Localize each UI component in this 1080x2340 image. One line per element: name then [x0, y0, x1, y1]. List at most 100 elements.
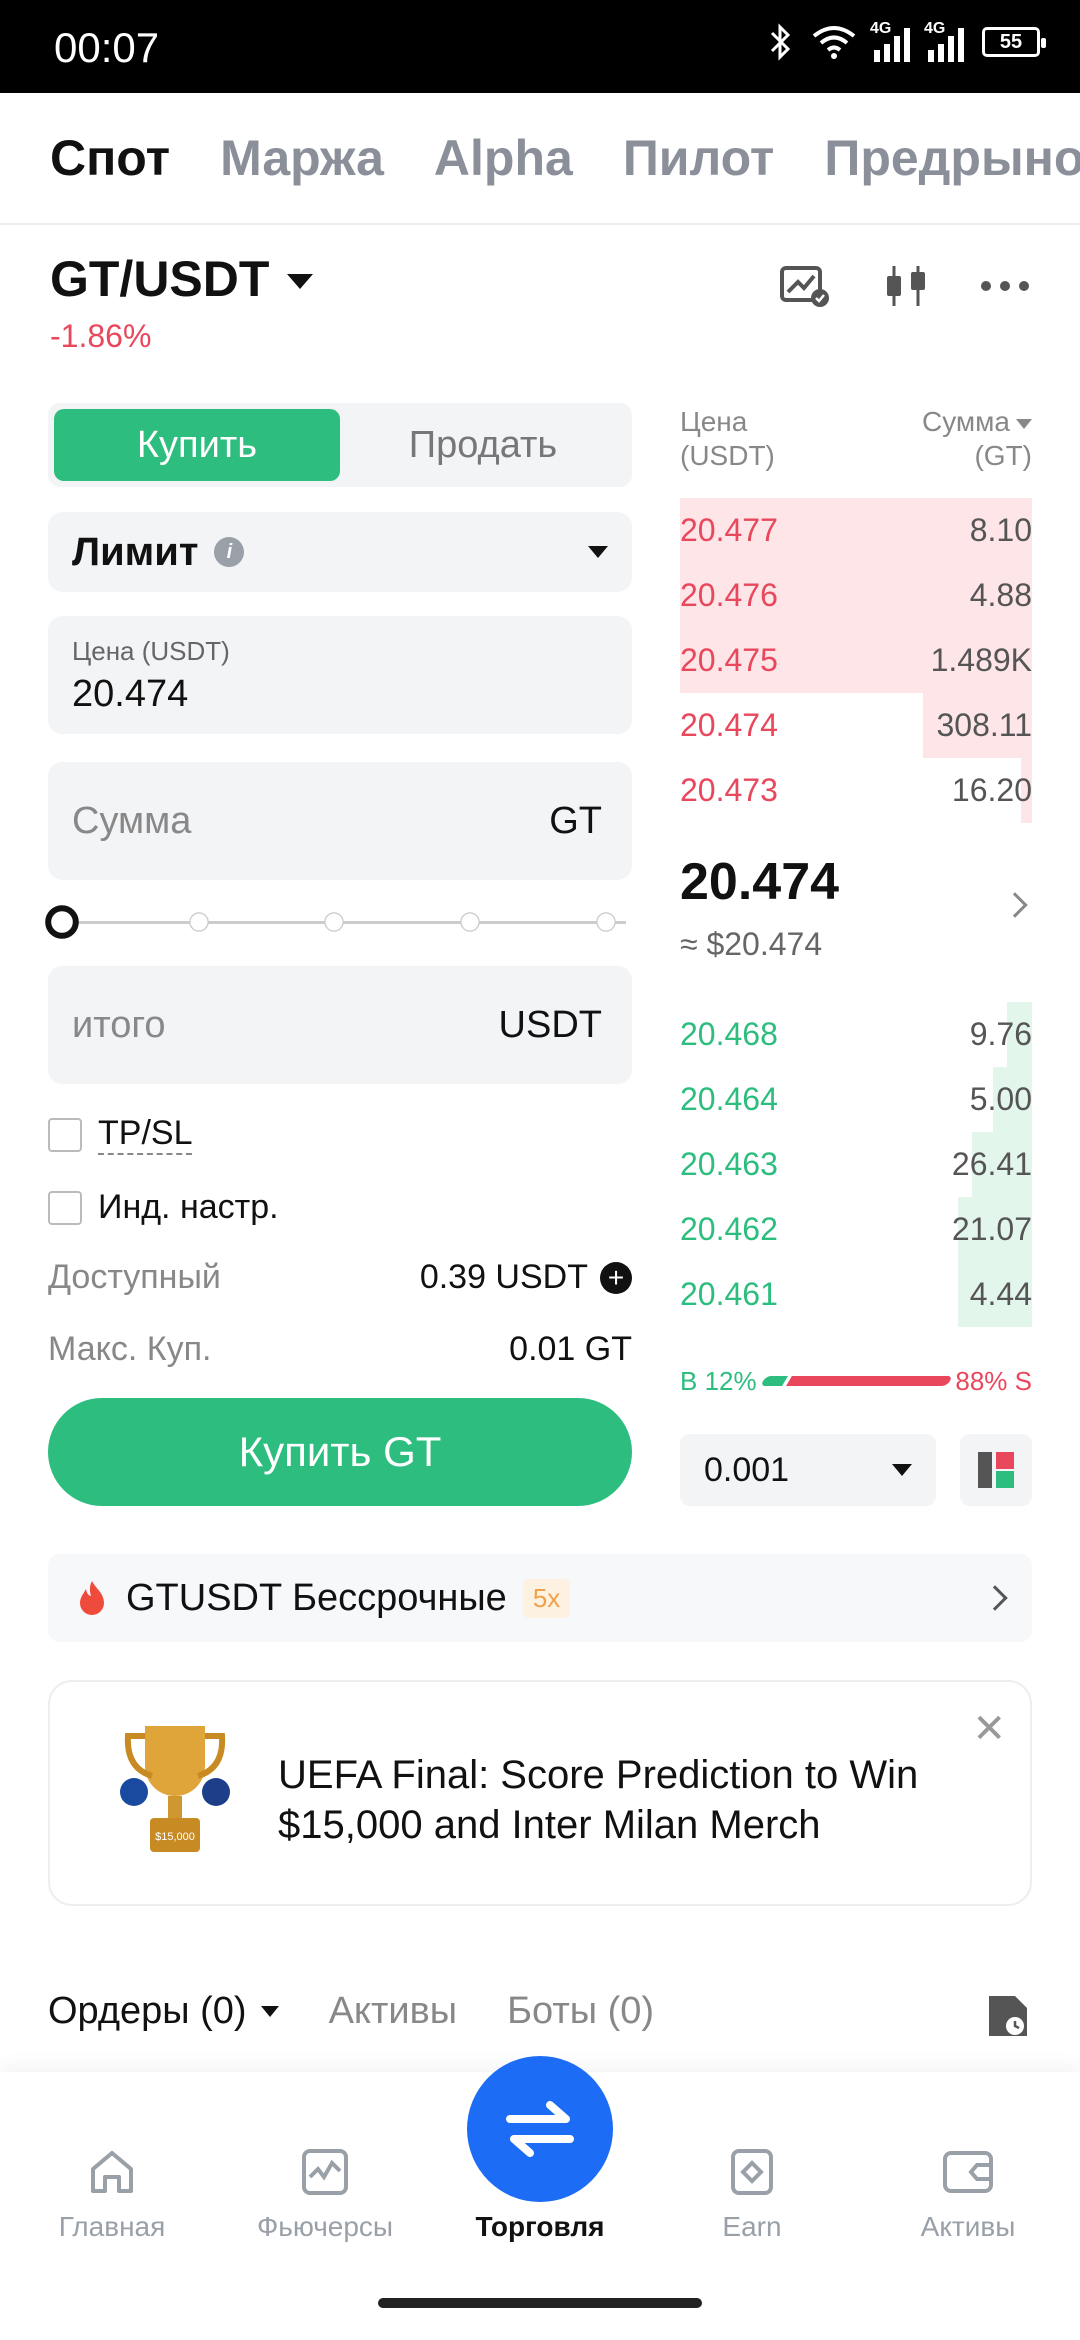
ask-row[interactable]: 20.476 4.88 [680, 563, 1032, 628]
order-type-select[interactable]: Лимит i [48, 512, 632, 592]
tpsl-checkbox[interactable]: TP/SL [48, 1114, 193, 1155]
more-icon[interactable] [980, 280, 1030, 292]
nav-futures[interactable]: Фьючерсы [225, 2147, 425, 2243]
order-history-icon[interactable] [985, 1992, 1031, 2040]
ask-price: 20.475 [680, 642, 778, 678]
available-balance: Доступный 0.39 USDT + [48, 1258, 632, 1297]
earn-icon [731, 2149, 773, 2195]
pair-name: GT/USDT [50, 251, 270, 307]
trophy-icon: $15,000 [120, 1726, 230, 1852]
available-label: Доступный [48, 1258, 221, 1296]
tab-alpha[interactable]: Alpha [434, 129, 573, 187]
status-bar: 00:07 4G 4G 55 [0, 0, 1080, 93]
max-value: 0.01 GT [509, 1330, 632, 1368]
nav-assets[interactable]: Активы [868, 2147, 1068, 2243]
bid-row[interactable]: 20.461 4.44 [680, 1262, 1032, 1327]
bluetooth-icon [770, 23, 791, 61]
info-icon[interactable]: i [214, 537, 245, 567]
tab-bots[interactable]: Боты (0) [507, 1990, 654, 2033]
dropdown-arrow-icon [892, 1464, 912, 1476]
trade-button[interactable] [467, 2056, 613, 2202]
order-type-value: Лимит [72, 529, 199, 574]
ask-amount: 16.20 [951, 772, 1032, 808]
add-funds-icon[interactable]: + [600, 1261, 632, 1294]
buy-tab[interactable]: Купить [54, 409, 340, 481]
ask-price: 20.474 [680, 707, 778, 743]
bid-row[interactable]: 20.462 21.07 [680, 1197, 1032, 1262]
promo-text: UEFA Final: Score Prediction to Win $15,… [278, 1750, 918, 1850]
bid-row[interactable]: 20.464 5.00 [680, 1067, 1032, 1132]
total-input[interactable]: итого USDT [48, 966, 632, 1084]
last-price[interactable]: 20.474 [680, 852, 839, 912]
slider-stop-100[interactable] [596, 912, 616, 932]
ask-row[interactable]: 20.474 308.11 [680, 693, 1032, 758]
promo-banner[interactable]: $15,000 UEFA Final: Score Prediction to … [48, 1680, 1032, 1906]
total-placeholder: итого [72, 1003, 166, 1046]
ask-amount: 8.10 [969, 512, 1032, 548]
amount-slider[interactable] [45, 904, 632, 940]
signal-icon-1: 4G [870, 20, 910, 62]
bid-row[interactable]: 20.463 26.41 [680, 1132, 1032, 1197]
last-price-usd: ≈ $20.474 [680, 926, 823, 962]
home-icon [91, 2151, 133, 2193]
tab-assets[interactable]: Активы [329, 1990, 458, 2033]
buy-button[interactable]: Купить GT [48, 1398, 632, 1506]
nav-home[interactable]: Главная [12, 2147, 212, 2243]
ratio-bar [759, 1376, 953, 1386]
ask-row[interactable]: 20.473 16.20 [680, 758, 1032, 823]
checkbox-icon[interactable] [48, 1190, 82, 1225]
status-time: 00:07 [54, 24, 160, 71]
chevron-down-icon [287, 273, 314, 289]
close-icon[interactable]: ✕ [972, 1706, 1006, 1752]
bid-amount: 9.76 [969, 1016, 1032, 1052]
nav-earn[interactable]: Earn [652, 2147, 852, 2243]
slider-track [68, 921, 626, 924]
tab-spot[interactable]: Спот [50, 129, 170, 187]
price-value[interactable]: 20.474 [72, 673, 608, 716]
sell-tab[interactable]: Продать [340, 409, 626, 481]
ratio-bar-sell [785, 1376, 953, 1386]
tab-margin[interactable]: Маржа [220, 129, 384, 187]
custom-settings-checkbox[interactable]: Инд. настр. [48, 1188, 279, 1227]
slider-handle[interactable] [45, 905, 79, 939]
bid-amount: 21.07 [951, 1211, 1032, 1247]
nav-trade-label: Торговля [475, 2211, 605, 2242]
checkbox-icon[interactable] [48, 1117, 82, 1152]
slider-stop-50[interactable] [324, 912, 344, 932]
tab-orders[interactable]: Ордеры (0) [48, 1990, 279, 2033]
slider-stop-75[interactable] [460, 912, 480, 932]
price-label: Цена (USDT) [72, 636, 230, 666]
market-type-tabs: Спот Маржа Alpha Пилот Предрынок [0, 93, 1080, 225]
tab-premarket[interactable]: Предрынок [824, 129, 1080, 187]
wallet-icon [943, 2151, 993, 2193]
candlestick-icon[interactable] [882, 262, 930, 310]
signal-icon-2: 4G [924, 20, 964, 62]
price-input[interactable]: Цена (USDT) 20.474 [48, 616, 632, 734]
chart-icon[interactable] [780, 262, 832, 310]
orderbook-layout-icon [978, 1452, 1014, 1488]
leverage-badge: 5x [522, 1578, 571, 1618]
header-actions [780, 262, 1030, 310]
ask-amount: 4.88 [969, 577, 1032, 613]
ask-row[interactable]: 20.475 1.489K [680, 628, 1032, 693]
bid-row[interactable]: 20.468 9.76 [680, 1002, 1032, 1067]
slider-stop-25[interactable] [189, 912, 209, 932]
ask-row[interactable]: 20.477 8.10 [680, 498, 1032, 563]
amount-input[interactable]: Сумма GT [48, 762, 632, 880]
bid-amount: 5.00 [969, 1081, 1032, 1117]
orderbook-layout-button[interactable] [960, 1434, 1032, 1506]
pair-selector[interactable]: GT/USDT [50, 250, 314, 308]
bid-price: 20.464 [680, 1081, 778, 1117]
perpetual-link[interactable]: GTUSDT Бессрочные 5x [48, 1554, 1032, 1642]
orderbook-amount-header[interactable]: Сумма (GT) [922, 405, 1032, 473]
fire-icon [80, 1581, 104, 1615]
chevron-right-icon[interactable] [1002, 892, 1028, 918]
buy-ratio: B 12% [680, 1365, 757, 1396]
chevron-down-icon [1016, 418, 1032, 429]
bid-price: 20.463 [680, 1146, 778, 1182]
bid-amount: 26.41 [951, 1146, 1032, 1182]
amount-col-unit: (GT) [974, 440, 1032, 471]
tab-pilot[interactable]: Пилот [623, 129, 775, 187]
precision-value: 0.001 [704, 1450, 790, 1489]
precision-select[interactable]: 0.001 [680, 1434, 936, 1506]
